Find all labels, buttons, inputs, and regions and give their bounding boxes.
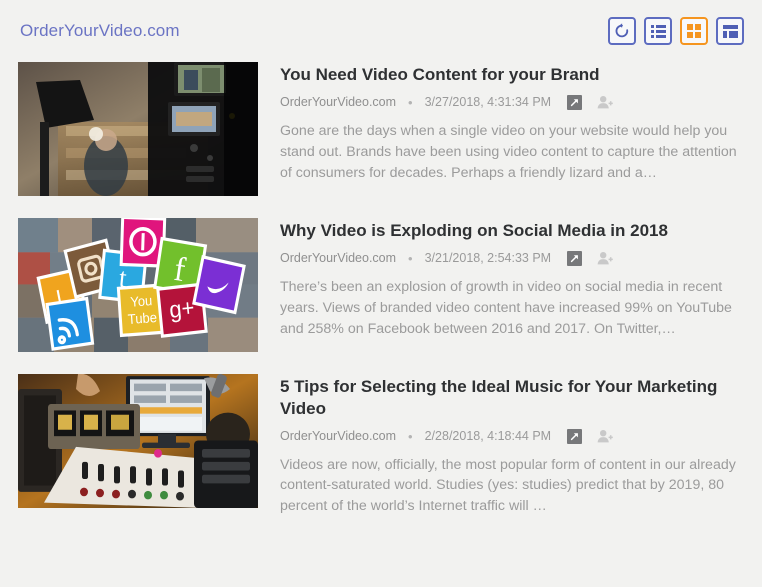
meta-separator: • (408, 94, 413, 110)
article-source: OrderYourVideo.com (280, 95, 397, 110)
list-item: You Need Video Content for your Brand Or… (18, 62, 744, 196)
article-summary: Videos are now, officially, the most pop… (280, 456, 736, 515)
svg-text:You: You (130, 293, 153, 310)
article-thumbnail[interactable] (18, 374, 258, 508)
meta-separator: • (408, 250, 413, 266)
refresh-button[interactable] (608, 17, 636, 45)
list-item: 5 Tips for Selecting the Ideal Music for… (18, 374, 744, 517)
article-date: 2/28/2018, 4:18:44 PM (424, 429, 552, 443)
grid-view-icon (687, 24, 701, 38)
open-in-new-icon[interactable] (567, 94, 583, 110)
article-summary: Gone are the days when a single video on… (280, 122, 737, 181)
article-date: 3/27/2018, 4:31:34 PM (424, 95, 552, 110)
app-header: OrderYourVideo.com (0, 0, 762, 62)
article-meta: OrderYourVideo.com • 3/27/2018, 4:31:34 … (280, 94, 744, 110)
add-person-icon[interactable] (596, 429, 613, 444)
open-in-new-icon[interactable] (567, 428, 583, 444)
article-content: Why Video is Exploding on Social Media i… (280, 218, 744, 339)
magazine-view-button[interactable] (716, 17, 744, 45)
article-title[interactable]: You Need Video Content for your Brand (280, 64, 744, 86)
article-title[interactable]: 5 Tips for Selecting the Ideal Music for… (280, 376, 744, 420)
article-source: OrderYourVideo.com (280, 429, 397, 443)
article-content: 5 Tips for Selecting the Ideal Music for… (280, 374, 744, 517)
article-date: 3/21/2018, 2:54:33 PM (424, 251, 552, 266)
list-view-button[interactable] (644, 17, 672, 45)
article-thumbnail[interactable] (18, 62, 258, 196)
view-toolbar (608, 17, 744, 45)
meta-separator: • (408, 428, 413, 444)
article-content: You Need Video Content for your Brand Or… (280, 62, 744, 183)
svg-text:Tube: Tube (127, 310, 157, 328)
article-meta: OrderYourVideo.com • 2/28/2018, 4:18:44 … (280, 428, 744, 444)
open-in-new-icon[interactable] (567, 250, 583, 266)
add-person-icon[interactable] (596, 251, 613, 266)
article-title[interactable]: Why Video is Exploding on Social Media i… (280, 220, 744, 242)
site-title-link[interactable]: OrderYourVideo.com (20, 21, 180, 41)
magazine-view-icon (722, 24, 738, 38)
add-person-icon[interactable] (596, 95, 613, 110)
list-view-icon (650, 24, 666, 38)
article-thumbnail[interactable]: L t You Tube f g+ (18, 218, 258, 352)
grid-view-button[interactable] (680, 17, 708, 45)
refresh-icon (614, 23, 630, 39)
article-meta: OrderYourVideo.com • 3/21/2018, 2:54:33 … (280, 250, 744, 266)
svg-text:g+: g+ (168, 294, 196, 324)
article-summary: There’s been an explosion of growth in v… (280, 278, 732, 337)
article-list: You Need Video Content for your Brand Or… (0, 62, 762, 517)
article-source: OrderYourVideo.com (280, 251, 397, 266)
list-item: L t You Tube f g+ Why Video is Exploding … (18, 218, 744, 352)
